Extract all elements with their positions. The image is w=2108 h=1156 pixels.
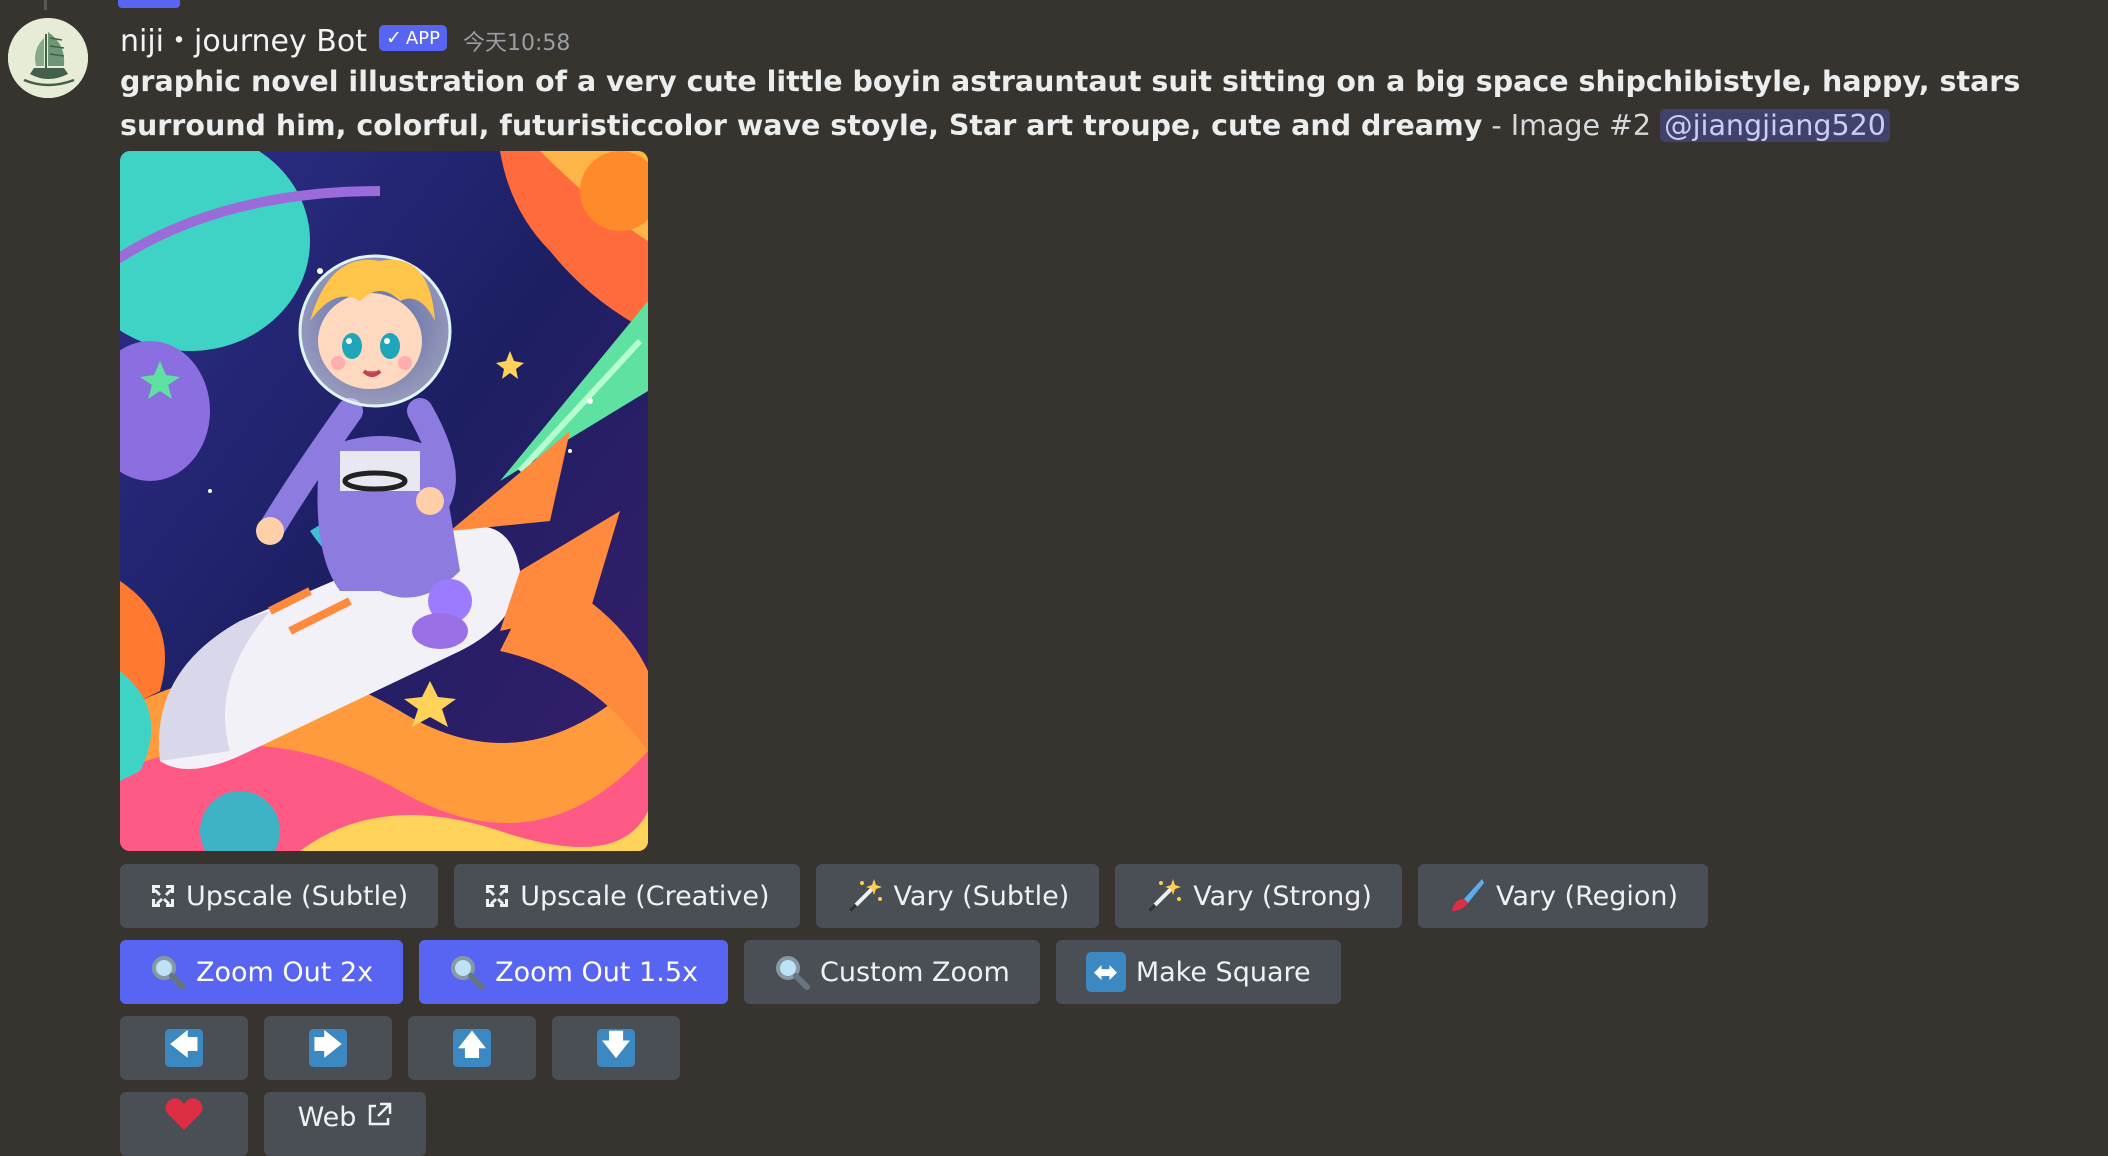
user-mention[interactable]: @jiangjiang520 bbox=[1660, 109, 1890, 142]
magnifier-icon bbox=[774, 954, 810, 990]
button-label: Vary (Region) bbox=[1495, 880, 1679, 912]
author-name[interactable]: niji・journey Bot bbox=[120, 16, 367, 60]
previous-message-preview bbox=[118, 0, 2108, 8]
bot-avatar[interactable] bbox=[8, 18, 88, 98]
pan-up-button[interactable]: 🡅 bbox=[408, 1016, 536, 1080]
button-label: Zoom Out 2x bbox=[196, 956, 374, 988]
verified-check-icon: ✓ bbox=[386, 27, 402, 49]
vary-region-button[interactable]: Vary (Region) bbox=[1417, 864, 1709, 928]
image-index-label: - Image #2 bbox=[1482, 109, 1661, 142]
button-label: Vary (Subtle) bbox=[893, 880, 1070, 912]
action-row-3: 🡄 🡆 🡅 🡇 bbox=[120, 1016, 680, 1080]
pan-right-button[interactable]: 🡆 bbox=[264, 1016, 392, 1080]
vary-subtle-button[interactable]: Vary (Subtle) bbox=[815, 864, 1100, 928]
vary-strong-button[interactable]: Vary (Strong) bbox=[1115, 864, 1402, 928]
previous-app-badge bbox=[118, 0, 180, 8]
arrow-down-icon: 🡇 bbox=[597, 1028, 635, 1067]
magic-wand-icon bbox=[846, 877, 884, 915]
generated-image[interactable] bbox=[120, 151, 648, 851]
expand-icon bbox=[484, 883, 510, 909]
message-timestamp[interactable]: 今天10:58 bbox=[463, 25, 570, 57]
upscale-subtle-button[interactable]: Upscale (Subtle) bbox=[120, 864, 439, 928]
button-label: Zoom Out 1.5x bbox=[495, 956, 698, 988]
upscale-creative-button[interactable]: Upscale (Creative) bbox=[454, 864, 800, 928]
web-link-button[interactable]: Web bbox=[264, 1092, 426, 1156]
action-row-2: Zoom Out 2x Zoom Out 1.5x Custom Zoom ⬌ … bbox=[120, 940, 1341, 1004]
button-label: Make Square bbox=[1135, 956, 1311, 988]
arrow-left-icon: 🡄 bbox=[165, 1028, 203, 1067]
astronaut-illustration bbox=[120, 151, 648, 851]
app-badge-label: APP bbox=[405, 27, 440, 49]
magnifier-icon bbox=[449, 954, 486, 990]
arrow-up-icon: 🡅 bbox=[453, 1028, 491, 1067]
zoom-out-1-5x-button[interactable]: Zoom Out 1.5x bbox=[419, 940, 728, 1004]
magnifier-icon bbox=[150, 954, 186, 990]
message-header: niji・journey Bot ✓ APP 今天10:58 bbox=[120, 16, 570, 60]
app-badge: ✓ APP bbox=[379, 25, 447, 51]
make-square-button[interactable]: ⬌ Make Square bbox=[1055, 940, 1341, 1004]
button-label: Upscale (Creative) bbox=[520, 880, 770, 912]
external-link-icon bbox=[366, 1102, 392, 1128]
left-right-arrow-icon: ⬌ bbox=[1085, 952, 1126, 992]
pan-down-button[interactable]: 🡇 bbox=[552, 1016, 680, 1080]
expand-icon bbox=[150, 883, 176, 909]
favorite-button[interactable] bbox=[120, 1092, 248, 1156]
action-row-4: Web bbox=[120, 1092, 426, 1156]
action-row-1: Upscale (Subtle) Upscale (Creative) Vary… bbox=[120, 864, 1709, 928]
custom-zoom-button[interactable]: Custom Zoom bbox=[743, 940, 1040, 1004]
zoom-out-2x-button[interactable]: Zoom Out 2x bbox=[120, 940, 404, 1004]
prompt-text: graphic novel illustration of a very cut… bbox=[120, 60, 2100, 148]
pan-left-button[interactable]: 🡄 bbox=[120, 1016, 248, 1080]
paintbrush-icon bbox=[1448, 877, 1486, 915]
reply-connector bbox=[44, 0, 113, 10]
arrow-right-icon: 🡆 bbox=[309, 1028, 347, 1067]
junk-boat-icon bbox=[8, 18, 88, 98]
heart-icon bbox=[164, 1096, 204, 1132]
button-label: Upscale (Subtle) bbox=[186, 880, 409, 912]
button-label: Vary (Strong) bbox=[1193, 880, 1372, 912]
magic-wand-icon bbox=[1145, 877, 1183, 915]
button-label: Custom Zoom bbox=[819, 956, 1010, 988]
